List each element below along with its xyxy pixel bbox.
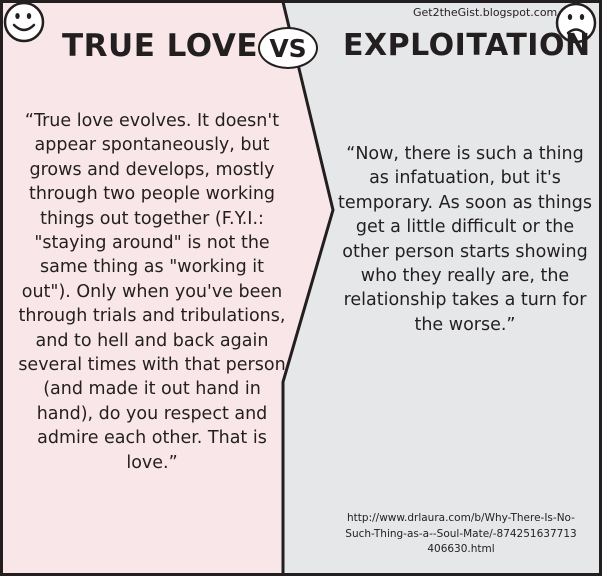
source-url: http://www.drlaura.com/b/Why-There-Is-No… [345,512,577,555]
exploitation-quote: “Now, there is such a thing as infatuati… [338,144,592,335]
true-love-quote: “True love evolves. It doesn't appear sp… [18,111,286,473]
comparison-card: Get2theGist.blogspot.com TRUE LOVE VS EX… [0,0,602,576]
site-credit: Get2theGist.blogspot.com [413,6,558,19]
true-love-title: TRUE LOVE [62,28,258,64]
happy-face-icon [3,1,45,43]
vs-badge: VS [258,27,318,69]
exploitation-title: EXPLOITATION [343,28,591,63]
